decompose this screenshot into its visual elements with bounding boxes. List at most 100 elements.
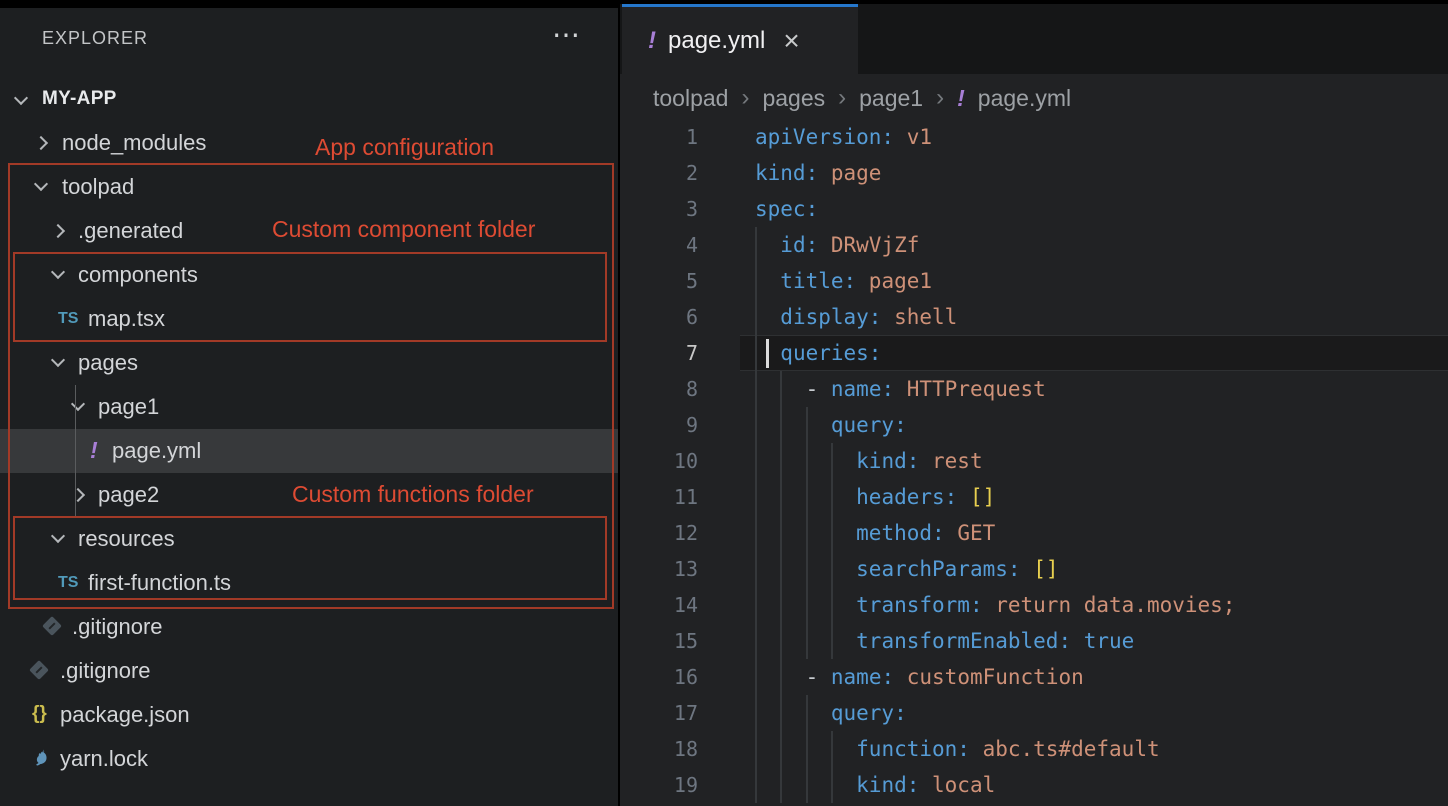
tree-item-label: .gitignore [72,614,163,640]
tree-item-page-yml[interactable]: !page.yml [0,429,618,473]
tab-page-yml[interactable]: ! page.yml × [622,4,858,74]
chevron-right-icon: › [838,84,846,112]
explorer-sidebar: EXPLORER ⋯ MY-APPnode_modulestoolpad.gen… [0,8,618,806]
code-line-4[interactable]: 4 id: DRwVjZf [620,227,1448,263]
tree-item-label: page1 [98,394,159,420]
code-line-16[interactable]: 16 - name: customFunction [620,659,1448,695]
code-text: kind: page [755,161,881,185]
line-number: 11 [620,485,698,509]
code-line-13[interactable]: 13 searchParams: [] [620,551,1448,587]
tab-label: page.yml [668,27,765,55]
tree-item-yarn-lock[interactable]: yarn.lock [0,737,618,781]
code-line-14[interactable]: 14 transform: return data.movies; [620,587,1448,623]
annotation-custom-component-folder: Custom component folder [272,216,535,243]
breadcrumb-item-pages[interactable]: pages [762,85,825,112]
toolpad-exclamation-icon: ! [648,27,656,55]
chevron-down-icon [34,177,48,191]
code-text: apiVersion: v1 [755,125,932,149]
ts-icon: TS [58,310,78,328]
code-text: transform: return data.movies; [755,593,1235,617]
line-number: 9 [620,413,698,437]
tree-item-label: package.json [60,702,190,728]
code-text: query: [755,413,907,437]
chevron-down-icon [71,397,85,411]
tree-item-page1[interactable]: page1 [0,385,618,429]
code-line-2[interactable]: 2kind: page [620,155,1448,191]
code-line-10[interactable]: 10 kind: rest [620,443,1448,479]
text-cursor [766,339,769,368]
code-text: spec: [755,197,818,221]
line-number: 14 [620,593,698,617]
code-area[interactable]: 1 apiVersion: v1 2kind: page 3 spec: 4 id: DR… [620,119,1448,806]
toolpad-exclamation-icon: ! [90,437,98,464]
code-text: - name: customFunction [755,665,1084,689]
tree-item-components[interactable]: components [0,253,618,297]
code-line-19[interactable]: 19 kind: local [620,767,1448,803]
code-text: display: shell [755,305,957,329]
code-text: queries: [755,341,881,365]
code-text: headers: [] [755,485,995,509]
chevron-down-icon [14,91,28,105]
chevron-down-icon [51,265,65,279]
breadcrumb-item-page1[interactable]: page1 [859,85,923,112]
code-line-15[interactable]: 15 transformEnabled: true [620,623,1448,659]
tree-item-pages[interactable]: pages [0,341,618,385]
code-line-18[interactable]: 18 function: abc.ts#default [620,731,1448,767]
code-line-6[interactable]: 6 display: shell [620,299,1448,335]
tree-item-my-app[interactable]: MY-APP [0,77,618,121]
line-number: 4 [620,233,698,257]
tree-item--gitignore[interactable]: .gitignore [0,649,618,693]
ts-icon: TS [58,574,78,592]
tree-item-label: components [78,262,198,288]
yarn-icon [32,748,52,773]
chevron-right-icon [34,136,48,150]
tree-item-label: yarn.lock [60,746,148,772]
code-line-8[interactable]: 8 - name: HTTPrequest [620,371,1448,407]
tree-item--gitignore[interactable]: .gitignore [0,605,618,649]
tree-item-label: MY-APP [42,88,117,110]
code-line-11[interactable]: 11 headers: [] [620,479,1448,515]
tree-item-label: resources [78,526,175,552]
git-icon [29,660,49,680]
code-line-7[interactable]: 7 queries: [620,335,1448,371]
chevron-right-icon [51,224,65,238]
code-text: kind: local [755,773,995,797]
tree-item-resources[interactable]: resources [0,517,618,561]
code-line-17[interactable]: 17 query: [620,695,1448,731]
git-icon [42,616,62,636]
tree-item-label: page2 [98,482,159,508]
line-number: 5 [620,269,698,293]
breadcrumb-item-page-yml[interactable]: page.yml [978,85,1071,112]
tree-item-map-tsx[interactable]: TSmap.tsx [0,297,618,341]
code-text: method: GET [755,521,995,545]
chevron-right-icon: › [936,84,944,112]
code-line-5[interactable]: 5 title: page1 [620,263,1448,299]
line-number: 7 [620,341,698,365]
code-line-3[interactable]: 3 spec: [620,191,1448,227]
code-line-1[interactable]: 1 apiVersion: v1 [620,119,1448,155]
breadcrumb-item-toolpad[interactable]: toolpad [653,85,728,112]
line-number: 1 [620,125,698,149]
tree-item-node-modules[interactable]: node_modules [0,121,618,165]
tree-item-toolpad[interactable]: toolpad [0,165,618,209]
tab-bar: ! page.yml × [620,4,1448,74]
line-number: 18 [620,737,698,761]
close-icon[interactable]: × [783,25,799,57]
line-number: 6 [620,305,698,329]
editor-pane: ! page.yml × toolpad › pages › page1 › !… [620,4,1448,806]
tree-item-label: .gitignore [60,658,151,684]
tree-item-package-json[interactable]: {}package.json [0,693,618,737]
toolpad-exclamation-icon: ! [957,85,965,112]
line-number: 8 [620,377,698,401]
line-number: 3 [620,197,698,221]
tree-item-first-function-ts[interactable]: TSfirst-function.ts [0,561,618,605]
code-text: searchParams: [] [755,557,1058,581]
chevron-right-icon [71,488,85,502]
code-text: id: DRwVjZf [755,233,919,257]
line-number: 16 [620,665,698,689]
tree-indent-guide [75,385,76,517]
code-line-9[interactable]: 9 query: [620,407,1448,443]
code-text: function: abc.ts#default [755,737,1160,761]
code-line-12[interactable]: 12 method: GET [620,515,1448,551]
tree-item-label: node_modules [62,130,206,156]
